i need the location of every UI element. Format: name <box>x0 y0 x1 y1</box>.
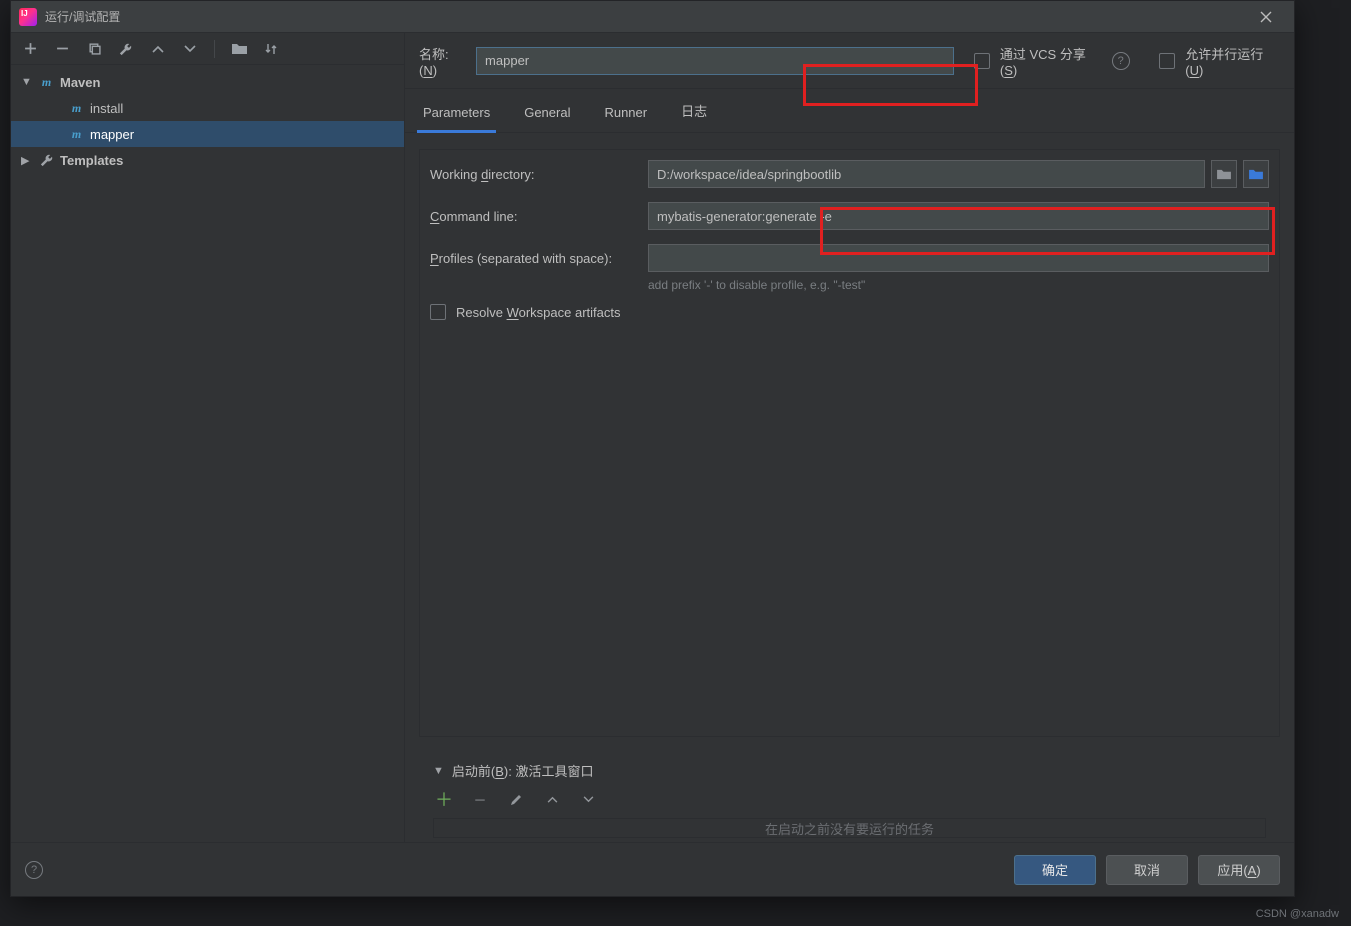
tree-node-label: mapper <box>90 127 134 142</box>
wrench-icon <box>39 153 54 168</box>
module-workdir-button[interactable] <box>1243 160 1269 188</box>
cmd-label: Command line: <box>430 209 648 224</box>
caret-right-icon: ▶ <box>21 154 33 167</box>
before-down-button[interactable] <box>579 790 597 808</box>
config-tree[interactable]: ▼ m Maven m install m mapper ▶ <box>11 65 404 842</box>
tree-node-mapper[interactable]: m mapper <box>11 121 404 147</box>
before-launch-empty: 在启动之前没有要运行的任务 <box>765 819 934 838</box>
parallel-checkbox[interactable] <box>1159 53 1175 69</box>
share-help-icon[interactable]: ? <box>1112 52 1130 70</box>
copy-config-button[interactable] <box>85 40 103 58</box>
before-launch-section: ▼ 启动前(B): 激活工具窗口 ＋ － <box>433 761 1266 838</box>
tree-node-templates[interactable]: ▶ Templates <box>11 147 404 173</box>
add-config-button[interactable] <box>21 40 39 58</box>
before-remove-button[interactable]: － <box>471 790 489 808</box>
tree-node-install[interactable]: m install <box>11 95 404 121</box>
before-launch-title: 启动前(B): 激活工具窗口 <box>452 761 594 780</box>
resolve-workspace-checkbox[interactable] <box>430 304 446 320</box>
cmd-input[interactable] <box>648 202 1269 230</box>
sort-button[interactable] <box>262 40 280 58</box>
window-title: 运行/调试配置 <box>45 8 120 25</box>
sidebar-toolbar <box>11 33 404 65</box>
profiles-input[interactable] <box>648 244 1269 272</box>
dialog-help-button[interactable]: ? <box>25 861 43 879</box>
tab-bar: Parameters General Runner 日志 <box>405 89 1294 133</box>
remove-config-button[interactable] <box>53 40 71 58</box>
parallel-label: 允许并行运行(U) <box>1185 44 1280 78</box>
maven-icon: m <box>69 127 84 142</box>
watermark: CSDN @xanadw <box>1256 908 1339 920</box>
move-down-button[interactable] <box>181 40 199 58</box>
name-input[interactable] <box>476 47 954 75</box>
dialog-footer: ? 确定 取消 应用(A) <box>11 842 1294 896</box>
before-add-button[interactable]: ＋ <box>435 790 453 808</box>
before-launch-list[interactable]: 在启动之前没有要运行的任务 <box>433 818 1266 838</box>
name-label: 名称:(N) <box>419 44 466 78</box>
workdir-label: Working directory: <box>430 167 648 182</box>
profiles-hint: add prefix '-' to disable profile, e.g. … <box>648 278 1269 292</box>
folder-button[interactable] <box>230 40 248 58</box>
maven-icon: m <box>39 75 54 90</box>
maven-icon: m <box>69 101 84 116</box>
app-logo-icon <box>19 8 37 26</box>
config-panel: 名称:(N) 通过 VCS 分享(S) ? 允许并行运行(U) Paramete… <box>405 33 1294 842</box>
before-up-button[interactable] <box>543 790 561 808</box>
browse-workdir-button[interactable] <box>1211 160 1237 188</box>
header-bar: 名称:(N) 通过 VCS 分享(S) ? 允许并行运行(U) <box>405 33 1294 89</box>
tab-runner[interactable]: Runner <box>600 95 651 132</box>
apply-button[interactable]: 应用(A) <box>1198 855 1280 885</box>
share-vcs-checkbox[interactable] <box>974 53 990 69</box>
tab-general[interactable]: General <box>520 95 574 132</box>
close-button[interactable] <box>1246 1 1286 33</box>
edit-templates-button[interactable] <box>117 40 135 58</box>
profiles-label: Profiles (separated with space): <box>430 251 648 266</box>
tab-parameters[interactable]: Parameters <box>419 95 494 132</box>
tree-node-label: Templates <box>60 153 123 168</box>
caret-down-icon: ▼ <box>21 76 33 88</box>
resolve-workspace-label: Resolve Workspace artifacts <box>456 305 621 320</box>
workdir-input[interactable] <box>648 160 1205 188</box>
move-up-button[interactable] <box>149 40 167 58</box>
parameters-form: Working directory: Command line: <box>419 149 1280 737</box>
tree-node-label: install <box>90 101 123 116</box>
ok-button[interactable]: 确定 <box>1014 855 1096 885</box>
before-edit-button[interactable] <box>507 790 525 808</box>
tree-node-maven[interactable]: ▼ m Maven <box>11 69 404 95</box>
tab-logs[interactable]: 日志 <box>677 91 711 132</box>
caret-down-icon[interactable]: ▼ <box>433 765 444 777</box>
sidebar: ▼ m Maven m install m mapper ▶ <box>11 33 405 842</box>
titlebar: 运行/调试配置 <box>11 1 1294 33</box>
cancel-button[interactable]: 取消 <box>1106 855 1188 885</box>
share-vcs-label: 通过 VCS 分享(S) <box>1000 44 1102 78</box>
tree-node-label: Maven <box>60 75 100 90</box>
